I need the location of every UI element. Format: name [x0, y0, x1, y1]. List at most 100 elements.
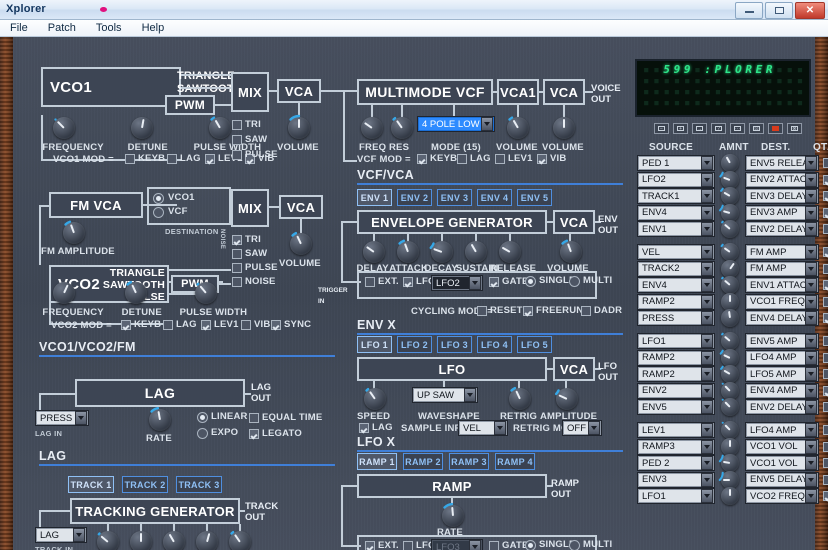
matrix-source-7[interactable]: TRACK2	[637, 260, 715, 277]
vco2-mod-lag-checkbox[interactable]	[163, 320, 173, 330]
matrix-qtz-17[interactable]	[823, 441, 828, 452]
env-knob-release[interactable]	[499, 241, 521, 263]
matrix-dest-17[interactable]: VCO1 VOL	[745, 438, 819, 455]
chevron-down-icon[interactable]	[701, 222, 713, 237]
vco1-knob-frequency[interactable]	[53, 117, 75, 139]
env-trigger-single-radio[interactable]	[525, 276, 536, 287]
matrix-dest-16[interactable]: LFO4 AMP	[745, 422, 819, 438]
vco2-knob-pulse-width[interactable]	[195, 282, 217, 304]
chevron-down-icon[interactable]	[805, 334, 817, 348]
mix2-opt-tri-checkbox[interactable]	[232, 235, 242, 245]
matrix-source-5[interactable]: ENV1	[637, 221, 715, 238]
matrix-qtz-14[interactable]	[823, 385, 828, 396]
vcf-mod-lev1-checkbox[interactable]	[495, 154, 505, 164]
matrix-dest-18[interactable]: VCO1 VOL	[745, 455, 819, 472]
menu-item-file[interactable]: File	[10, 22, 28, 34]
chevron-down-icon[interactable]	[701, 334, 713, 348]
ramp-trigger-multi-radio[interactable]	[569, 540, 580, 550]
chevron-down-icon[interactable]	[494, 421, 506, 435]
lcd-button-8[interactable]: ⊗	[787, 123, 802, 134]
matrix-source-9[interactable]: RAMP2	[637, 293, 715, 310]
matrix-amount-knob-15[interactable]	[721, 398, 739, 417]
lfo-lag-checkbox[interactable]	[359, 423, 369, 433]
matrix-source-18[interactable]: PED 2	[637, 455, 715, 472]
matrix-qtz-9[interactable]	[823, 296, 828, 307]
lcd-button-6[interactable]: ⊡	[749, 123, 764, 134]
chevron-down-icon[interactable]	[805, 400, 817, 415]
chevron-down-icon[interactable]	[805, 311, 817, 326]
ramp-trigger-single-radio[interactable]	[525, 540, 536, 550]
lfo-tab-4[interactable]: LFO 4	[477, 336, 512, 353]
matrix-qtz-18[interactable]	[823, 458, 828, 469]
matrix-amount-knob-8[interactable]	[721, 276, 739, 295]
env-trigger-ext-checkbox[interactable]	[365, 277, 375, 287]
chevron-down-icon[interactable]	[701, 472, 713, 487]
chevron-down-icon[interactable]	[701, 245, 713, 259]
matrix-source-3[interactable]: TRACK1	[637, 188, 715, 205]
ramp-tab-3[interactable]: RAMP 3	[449, 453, 489, 470]
vca1-volume-knob[interactable]	[288, 114, 310, 139]
mix1-opt-pulse-checkbox[interactable]	[232, 150, 242, 160]
lfo-speed-knob[interactable]	[364, 387, 386, 410]
env-knob-delay[interactable]	[363, 241, 385, 263]
env-knob-decay[interactable]	[429, 241, 453, 263]
chevron-down-icon[interactable]	[805, 423, 817, 437]
vco2-mod-vib-checkbox[interactable]	[241, 320, 251, 330]
track-point-knob-3[interactable]	[163, 531, 185, 550]
chevron-down-icon[interactable]	[805, 439, 817, 454]
matrix-source-19[interactable]: ENV3	[637, 471, 715, 488]
matrix-qtz-6[interactable]	[823, 247, 828, 257]
env-trigger-gated-checkbox[interactable]	[489, 277, 499, 287]
vco2-knob-frequency[interactable]	[53, 282, 75, 304]
chevron-down-icon[interactable]	[701, 205, 713, 220]
chevron-down-icon[interactable]	[701, 489, 713, 504]
maximize-button[interactable]	[765, 2, 793, 19]
matrix-dest-14[interactable]: ENV4 AMP	[745, 382, 819, 399]
ramp-tab-1[interactable]: RAMP 1	[357, 453, 397, 470]
track-input-combo[interactable]: LAG	[35, 527, 87, 543]
fm-amplitude-knob[interactable]	[63, 220, 85, 244]
matrix-qtz-5[interactable]	[823, 224, 828, 235]
lfo-retrig-mode-combo[interactable]: OFF	[562, 420, 602, 436]
menu-item-help[interactable]: Help	[142, 22, 165, 34]
chevron-down-icon[interactable]	[701, 350, 713, 365]
ramp-trigger-ext-checkbox[interactable]	[365, 541, 375, 550]
matrix-dest-20[interactable]: VCO2 FREQ	[745, 488, 819, 505]
matrix-source-2[interactable]: LFO2	[637, 171, 715, 188]
lag-expo-radio[interactable]	[197, 428, 208, 439]
chevron-down-icon[interactable]	[701, 311, 713, 326]
matrix-qtz-7[interactable]	[823, 263, 828, 274]
chevron-down-icon[interactable]	[805, 245, 817, 259]
ramp-tab-2[interactable]: RAMP 2	[403, 453, 443, 470]
env-knob-attack[interactable]	[397, 239, 419, 263]
lag-rate-knob[interactable]	[149, 406, 171, 431]
vco2-mod-keyb-checkbox[interactable]	[121, 320, 131, 330]
matrix-dest-5[interactable]: ENV2 DELAY	[745, 221, 819, 238]
matrix-dest-12[interactable]: LFO4 AMP	[745, 349, 819, 366]
matrix-source-15[interactable]: ENV5	[637, 399, 715, 416]
chevron-down-icon[interactable]	[701, 189, 713, 204]
matrix-dest-13[interactable]: LFO5 AMP	[745, 366, 819, 383]
matrix-source-12[interactable]: RAMP2	[637, 349, 715, 366]
vco2-knob-detune[interactable]	[125, 280, 147, 304]
matrix-dest-8[interactable]: ENV1 ATTACK	[745, 277, 819, 294]
chevron-down-icon[interactable]	[701, 367, 713, 382]
minimize-button[interactable]	[735, 2, 763, 19]
track-point-knob-2[interactable]	[130, 531, 152, 550]
matrix-amount-knob-6[interactable]	[720, 243, 739, 261]
env-cycling-reset-checkbox[interactable]	[477, 306, 487, 316]
track-tab-3[interactable]: TRACK 3	[176, 476, 222, 493]
chevron-down-icon[interactable]	[805, 350, 817, 365]
lcd-button-1[interactable]: −	[654, 123, 669, 134]
mix2-opt-saw-checkbox[interactable]	[232, 249, 242, 259]
matrix-qtz-19[interactable]	[823, 474, 828, 485]
matrix-amount-knob-19[interactable]	[718, 470, 739, 489]
vcf-mod-keyb-checkbox[interactable]	[417, 154, 427, 164]
matrix-qtz-13[interactable]	[823, 369, 828, 380]
chevron-down-icon[interactable]	[701, 456, 713, 471]
chevron-down-icon[interactable]	[469, 540, 481, 550]
matrix-qtz-12[interactable]	[823, 352, 828, 363]
lfo-tab-3[interactable]: LFO 3	[437, 336, 472, 353]
lfo-waveshape-combo[interactable]: UP SAW	[412, 387, 478, 403]
matrix-dest-15[interactable]: ENV2 DELAY	[745, 399, 819, 416]
